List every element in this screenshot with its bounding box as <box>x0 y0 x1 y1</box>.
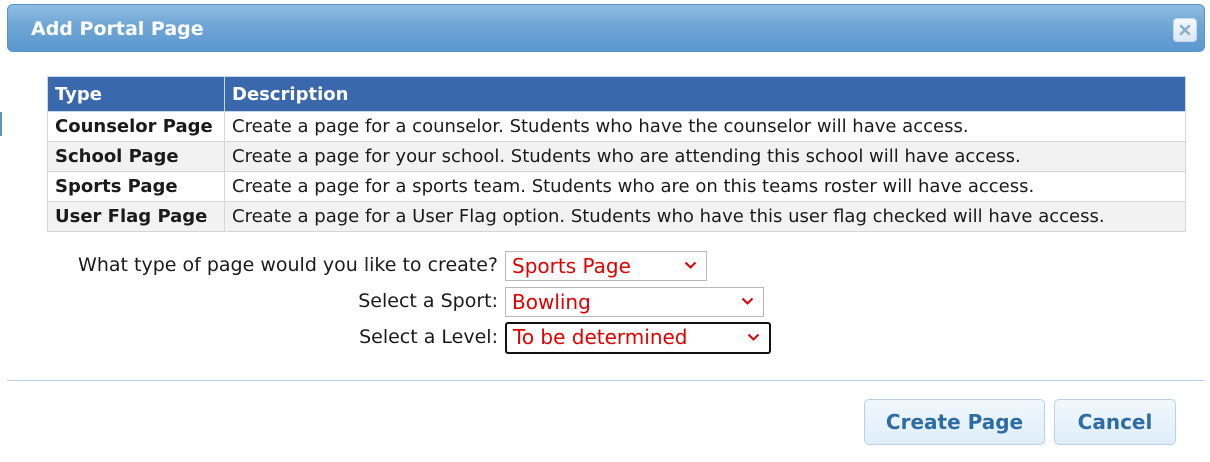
create-page-button[interactable]: Create Page <box>864 399 1045 445</box>
chevron-down-icon <box>747 333 760 341</box>
dialog-title: Add Portal Page <box>31 18 204 40</box>
level-value: To be determined <box>513 325 688 349</box>
page-type-value: Sports Page <box>512 254 631 278</box>
background-edge <box>0 112 2 136</box>
table-row: Counselor Page Create a page for a couns… <box>47 111 1186 142</box>
type-cell: Counselor Page <box>47 111 225 142</box>
page-type-select[interactable]: Sports Page <box>505 251 707 281</box>
close-button[interactable] <box>1173 18 1197 42</box>
chevron-down-icon <box>684 261 697 269</box>
sport-value: Bowling <box>512 290 591 314</box>
column-header-type: Type <box>47 76 225 112</box>
chevron-down-icon <box>741 297 754 305</box>
description-cell: Create a page for a sports team. Student… <box>224 171 1186 202</box>
page-type-label: What type of page would you like to crea… <box>78 254 498 276</box>
column-header-description: Description <box>224 76 1186 112</box>
table-header-row: Type Description <box>47 76 1186 112</box>
type-cell: Sports Page <box>47 171 225 202</box>
level-label: Select a Level: <box>359 326 498 348</box>
table-row: User Flag Page Create a page for a User … <box>47 201 1186 232</box>
description-cell: Create a page for your school. Students … <box>224 141 1186 172</box>
table-row: School Page Create a page for your schoo… <box>47 141 1186 172</box>
table-row: Sports Page Create a page for a sports t… <box>47 171 1186 202</box>
cancel-button[interactable]: Cancel <box>1054 399 1176 445</box>
type-cell: School Page <box>47 141 225 172</box>
dialog-titlebar[interactable]: Add Portal Page <box>7 4 1205 52</box>
sport-select[interactable]: Bowling <box>505 287 764 317</box>
footer-divider <box>7 380 1205 381</box>
level-select[interactable]: To be determined <box>505 322 771 354</box>
sport-label: Select a Sport: <box>358 290 498 312</box>
close-icon <box>1179 24 1191 36</box>
type-cell: User Flag Page <box>47 201 225 232</box>
page-type-table: Type Description Counselor Page Create a… <box>47 76 1186 232</box>
add-portal-page-dialog: Add Portal Page Type Description Counsel… <box>0 0 1210 462</box>
description-cell: Create a page for a User Flag option. St… <box>224 201 1186 232</box>
description-cell: Create a page for a counselor. Students … <box>224 111 1186 142</box>
